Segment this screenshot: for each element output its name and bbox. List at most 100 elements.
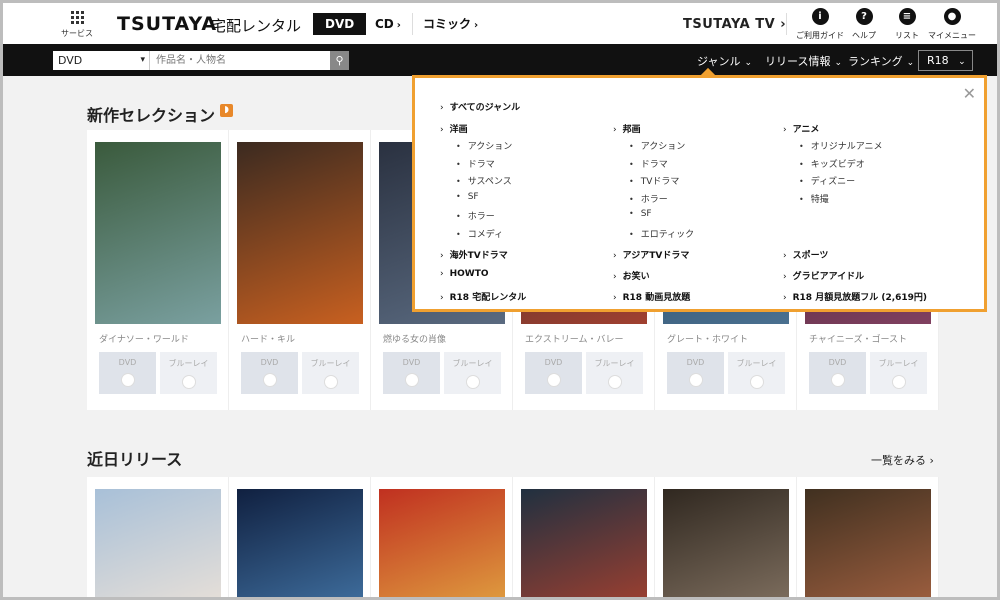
bluray-label: ブルーレイ: [310, 359, 351, 368]
nav-genre[interactable]: ジャンル ⌄: [697, 53, 752, 69]
chevron-right-icon: ›: [783, 293, 787, 303]
movie-poster[interactable]: [805, 489, 931, 597]
genre-link[interactable]: › R18 月額見放題フル (2,619円): [783, 290, 927, 303]
dvd-label: DVD: [686, 358, 705, 367]
genre-subitem[interactable]: アクション: [456, 139, 513, 152]
genre-subitem[interactable]: サスペンス: [456, 174, 512, 187]
movie-poster[interactable]: [663, 489, 789, 597]
genre-subitem[interactable]: 特撮: [799, 192, 829, 205]
search-bar: DVD▾ ⚲ ジャンル⌄ リリース情報⌄ ランキング⌄ R18 ⌄: [3, 44, 997, 76]
category-select[interactable]: DVD ▾: [53, 51, 149, 70]
genre-link[interactable]: › HOWTO: [440, 269, 489, 279]
genre-subitem[interactable]: コメディ: [456, 227, 503, 240]
format-buttons: DVD ブルーレイ: [383, 352, 501, 394]
chevron-right-icon: ›: [613, 293, 617, 303]
tsutaya-logo[interactable]: TSUTAYA: [117, 13, 217, 35]
tsutaya-tv-link[interactable]: TSUTAYA TV ›: [683, 17, 786, 32]
movie-card[interactable]: [229, 477, 371, 597]
genre-link[interactable]: › グラビアアイドル: [783, 269, 864, 282]
genre-subitem[interactable]: ディズニー: [799, 174, 855, 187]
movie-poster[interactable]: [379, 489, 505, 597]
dvd-label: DVD: [544, 358, 563, 367]
bluray-rent-button[interactable]: ブルーレイ: [160, 352, 217, 394]
movie-poster[interactable]: [95, 489, 221, 597]
dvd-rent-button[interactable]: DVD: [667, 352, 724, 394]
tab-dvd[interactable]: DVD: [313, 13, 367, 35]
movie-card[interactable]: ハード・キル DVD ブルーレイ: [229, 130, 371, 410]
movie-card[interactable]: [513, 477, 655, 597]
dvd-rent-button[interactable]: DVD: [99, 352, 156, 394]
movie-poster[interactable]: [95, 142, 221, 324]
nav-ranking-label: ランキング: [848, 55, 903, 68]
view-all-link[interactable]: 一覧をみる ›: [871, 452, 934, 468]
nav-ranking[interactable]: ランキング ⌄: [848, 53, 914, 69]
chevron-down-icon: ▾: [140, 55, 145, 65]
genre-subitem[interactable]: アクション: [629, 139, 686, 152]
tab-cd-label: CD: [375, 17, 394, 31]
genre-subitem[interactable]: SF: [456, 192, 479, 202]
add-list-icon: [607, 375, 622, 389]
section-title-new: 新作セレクション: [87, 106, 216, 125]
movie-poster[interactable]: [237, 142, 363, 324]
genre-heading[interactable]: › 洋画: [440, 122, 468, 135]
bluray-label: ブルーレイ: [594, 359, 635, 368]
movie-poster[interactable]: [521, 489, 647, 597]
genre-subitem[interactable]: SF: [629, 209, 652, 219]
movie-card[interactable]: [87, 477, 229, 597]
genre-subitem[interactable]: キッズビデオ: [799, 157, 865, 170]
genre-link-label: HOWTO: [449, 269, 489, 279]
genre-link[interactable]: › R18 動画見放題: [613, 290, 690, 303]
dvd-rent-button[interactable]: DVD: [241, 352, 298, 394]
movie-card[interactable]: [797, 477, 939, 597]
rss-icon[interactable]: ◗: [220, 104, 233, 117]
bluray-rent-button[interactable]: ブルーレイ: [302, 352, 359, 394]
top-header: サービス TSUTAYA 宅配レンタル DVD CD › コミック › TSUTAY…: [3, 3, 997, 44]
dvd-label: DVD: [828, 358, 847, 367]
genre-subitem[interactable]: ホラー: [629, 192, 668, 205]
genre-link[interactable]: › 海外TVドラマ: [440, 248, 508, 261]
dvd-rent-button[interactable]: DVD: [809, 352, 866, 394]
movie-title[interactable]: ハード・キル: [241, 332, 363, 345]
genre-subitem[interactable]: エロティック: [629, 227, 694, 240]
genre-subitem[interactable]: TVドラマ: [629, 174, 680, 187]
genre-link[interactable]: › R18 宅配レンタル: [440, 290, 526, 303]
dvd-rent-button[interactable]: DVD: [383, 352, 440, 394]
search-icon: ⚲: [335, 54, 344, 67]
movie-card[interactable]: [655, 477, 797, 597]
bluray-label: ブルーレイ: [168, 359, 209, 368]
chevron-down-icon: ⌄: [906, 58, 915, 68]
movie-title[interactable]: ダイナソー・ワールド: [99, 332, 221, 345]
chevron-right-icon: ›: [396, 20, 401, 31]
movie-title[interactable]: エクストリーム・バレー: [525, 332, 647, 345]
movie-poster[interactable]: [237, 489, 363, 597]
genre-heading[interactable]: › アニメ: [783, 122, 819, 135]
genre-link[interactable]: › アジアTVドラマ: [613, 248, 689, 261]
genre-subitem[interactable]: オリジナルアニメ: [799, 139, 883, 152]
movie-title[interactable]: グレート・ホワイト: [667, 332, 789, 345]
bluray-rent-button[interactable]: ブルーレイ: [586, 352, 643, 394]
bluray-rent-button[interactable]: ブルーレイ: [728, 352, 785, 394]
genre-subitem[interactable]: ホラー: [456, 209, 495, 222]
genre-link[interactable]: › お笑い: [613, 269, 650, 282]
r18-select[interactable]: R18 ⌄: [918, 50, 973, 71]
mymenu-button[interactable]: ● マイメニュー: [922, 8, 982, 41]
genre-all[interactable]: › すべてのジャンル: [440, 100, 520, 113]
search-button[interactable]: ⚲: [330, 51, 349, 70]
bluray-rent-button[interactable]: ブルーレイ: [870, 352, 927, 394]
genre-subitem[interactable]: ドラマ: [456, 157, 495, 170]
tab-cd[interactable]: CD ›: [375, 13, 401, 35]
bluray-rent-button[interactable]: ブルーレイ: [444, 352, 501, 394]
search-input[interactable]: [149, 51, 331, 70]
movie-card[interactable]: [371, 477, 513, 597]
close-icon[interactable]: ✕: [963, 84, 976, 103]
genre-heading[interactable]: › 邦画: [613, 122, 641, 135]
movie-card[interactable]: ダイナソー・ワールド DVD ブルーレイ: [87, 130, 229, 410]
dvd-rent-button[interactable]: DVD: [525, 352, 582, 394]
genre-subitem[interactable]: ドラマ: [629, 157, 668, 170]
services-menu[interactable]: サービス: [59, 9, 95, 39]
tab-comic[interactable]: コミック ›: [423, 13, 478, 35]
movie-title[interactable]: チャイニーズ・ゴースト: [809, 332, 931, 345]
nav-release-info[interactable]: リリース情報 ⌄: [765, 53, 842, 69]
movie-title[interactable]: 燃ゆる女の肖像: [383, 332, 505, 345]
genre-link[interactable]: › スポーツ: [783, 248, 828, 261]
